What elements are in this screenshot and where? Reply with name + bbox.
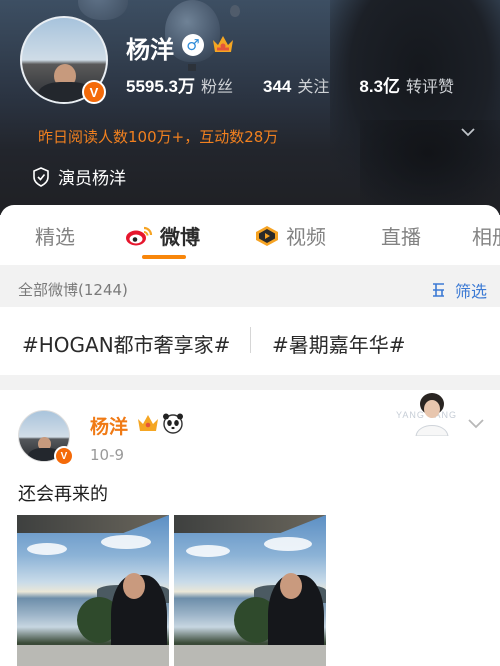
filter-button[interactable]: 筛选: [432, 278, 487, 302]
verification-info: 演员杨洋: [32, 164, 126, 189]
topic-link[interactable]: #暑期嘉年华#: [272, 329, 406, 358]
tab-label: 精选: [35, 225, 75, 249]
photo-face: [280, 573, 302, 599]
engagement-label: 转评赞: [406, 77, 455, 96]
tab-label: 微博: [160, 225, 200, 249]
post-count: 全部微博(1244): [18, 281, 128, 299]
shield-icon: [33, 166, 49, 187]
photo-cloud: [264, 537, 312, 551]
balloon-decoration: [230, 5, 240, 17]
tab-video[interactable]: 视频: [254, 221, 326, 250]
video-icon: [256, 225, 278, 246]
weibo-logo-icon: [126, 226, 153, 245]
filter-icon: [433, 283, 444, 297]
profile-stats: 5595.3万 粉丝 344 关注 8.3亿 转评赞: [126, 72, 484, 97]
member-crown-icon[interactable]: [210, 32, 236, 56]
active-tab-indicator: [142, 255, 186, 259]
member-crown-icon: [138, 415, 158, 431]
tab-featured[interactable]: 精选: [35, 221, 75, 250]
photo-cloud: [27, 543, 67, 555]
followers-count[interactable]: 5595.3万: [126, 72, 195, 97]
profile-tabs: 精选 微博 视频 直播 相册: [0, 205, 500, 265]
topic-link[interactable]: #HOGAN都市奢享家#: [22, 329, 230, 358]
profile-name: 杨洋: [126, 36, 174, 64]
filter-bar: 全部微博(1244) 筛选: [0, 267, 500, 307]
balloon-decoration: [78, 0, 128, 20]
male-icon: ♂: [182, 34, 204, 56]
post-photo[interactable]: [174, 515, 326, 666]
tab-label: 相册: [472, 225, 500, 249]
balloon-basket: [188, 64, 196, 71]
post-date: 10-9: [90, 446, 125, 464]
chevron-down-icon[interactable]: [466, 416, 486, 432]
photo-cloud: [186, 545, 230, 557]
verification-text: 演员杨洋: [58, 169, 126, 189]
post-photo[interactable]: [17, 515, 169, 666]
reads-summary[interactable]: 昨日阅读人数100万+，互动数28万: [38, 126, 278, 147]
tab-label: 直播: [381, 225, 421, 249]
tab-live[interactable]: 直播: [381, 221, 421, 250]
verified-badge-icon: V: [82, 80, 106, 104]
weibo-post: V 杨洋 10-9 YANG YANG 还会再来的: [0, 390, 500, 666]
following-label[interactable]: 关注: [297, 73, 329, 97]
post-text: 还会再来的: [18, 484, 108, 505]
panda-icon: [163, 413, 183, 434]
photo-awning: [174, 515, 326, 533]
tab-weibo[interactable]: 微博: [124, 221, 200, 250]
tab-album[interactable]: 相册: [472, 221, 500, 250]
profile-header: V 杨洋 ♂ 5595.3万 粉丝 344 关注 8.3亿 转评赞 昨日阅读人数…: [0, 0, 500, 215]
following-count[interactable]: 344: [263, 77, 291, 97]
divider: [250, 327, 251, 353]
card-sticker: YANG YANG: [396, 390, 462, 436]
chevron-down-icon[interactable]: [460, 124, 476, 140]
photo-face: [123, 573, 145, 599]
engagement-count: 8.3亿: [359, 77, 401, 96]
cover-silhouette: [360, 120, 500, 215]
topic-bar: #HOGAN都市奢享家# #暑期嘉年华#: [0, 307, 500, 375]
photo-table: [174, 645, 326, 666]
post-author-name[interactable]: 杨洋: [90, 412, 128, 439]
photo-cloud: [101, 535, 151, 549]
verified-badge-icon: V: [54, 446, 74, 466]
photo-table: [17, 645, 169, 666]
tab-label: 视频: [286, 225, 326, 249]
filter-label: 筛选: [455, 282, 488, 301]
followers-label[interactable]: 粉丝: [201, 73, 233, 97]
photo-awning: [17, 515, 169, 533]
sticker-figure-icon: [415, 393, 449, 436]
